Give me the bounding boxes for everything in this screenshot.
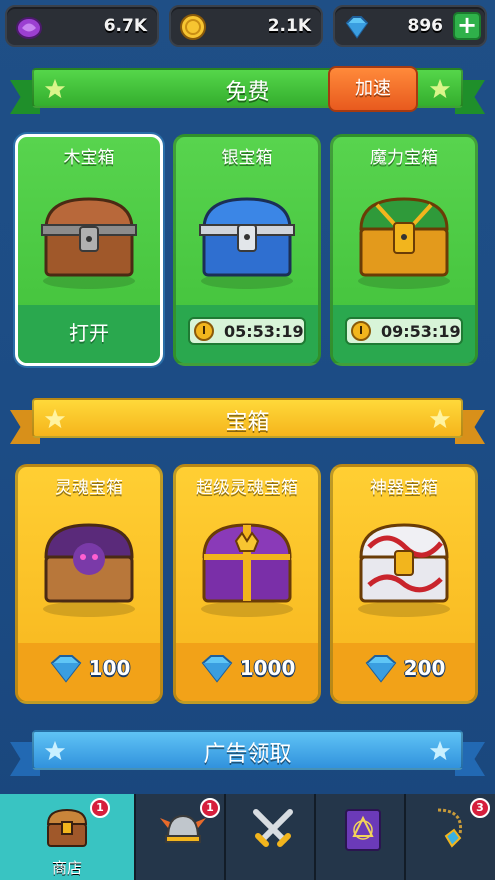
chest-price: 100 (18, 653, 160, 683)
chest-section-header: 宝箱 (10, 396, 485, 446)
gem-icon (365, 655, 396, 683)
price-value: 100 (88, 656, 131, 680)
price-value: 200 (403, 656, 446, 680)
gem-icon (50, 655, 81, 683)
open-button[interactable]: 打开 (18, 317, 160, 346)
magic-chest-card[interactable]: 魔力宝箱 09:53:19 (330, 134, 478, 366)
nav-shop[interactable]: 1 商店 (0, 794, 134, 880)
add-gems-button[interactable]: + (453, 12, 481, 40)
soul-orb-icon (16, 17, 42, 39)
soul-chest-icon (43, 523, 135, 617)
bottom-nav: 1 商店 1 3 (0, 794, 495, 880)
artifact-chest-card[interactable]: 神器宝箱 200 (330, 464, 478, 704)
gold-coin-icon (180, 14, 206, 40)
nav-heroes[interactable]: 1 (134, 794, 224, 880)
amulet-icon (437, 808, 463, 848)
silver-chest-card[interactable]: 银宝箱 05:53:19 (173, 134, 321, 366)
gold-currency: 2.1K (169, 5, 323, 47)
super-soul-chest-card[interactable]: 超级灵魂宝箱 1000 (173, 464, 321, 704)
gem-currency: 896 + (333, 5, 487, 47)
chest-timer: 05:53:19 (188, 317, 306, 345)
chest-name: 超级灵魂宝箱 (196, 478, 298, 498)
notification-badge: 3 (470, 798, 490, 818)
notification-badge: 1 (90, 798, 110, 818)
nav-spellbook[interactable] (314, 794, 404, 880)
wooden-chest-card[interactable]: 木宝箱 打开 (15, 134, 163, 366)
nav-battle[interactable] (224, 794, 314, 880)
currency-bar: 6.7K 2.1K 896 + (0, 0, 495, 52)
chest-price: 200 (333, 653, 475, 683)
price-value: 1000 (239, 656, 296, 680)
ad-reward-section-header[interactable]: 广告领取 (10, 728, 485, 778)
gold-amount: 2.1K (267, 16, 311, 36)
spellbook-icon (345, 809, 381, 851)
super-soul-chest-icon (201, 523, 293, 617)
clock-icon (351, 321, 371, 341)
chest-name: 木宝箱 (63, 148, 115, 168)
notification-badge: 1 (200, 798, 220, 818)
chest-name: 神器宝箱 (370, 478, 438, 498)
chest-name: 魔力宝箱 (370, 148, 438, 168)
magic-chest-icon (358, 197, 450, 289)
soul-currency: 6.7K (5, 5, 159, 47)
nav-shop-label: 商店 (51, 859, 82, 877)
ad-reward-title: 广告领取 (203, 742, 292, 767)
chest-section-title: 宝箱 (225, 410, 270, 435)
silver-chest-icon (199, 197, 295, 289)
gem-amount: 896 (407, 16, 444, 36)
timer-value: 05:53:19 (224, 322, 304, 341)
gem-icon (201, 655, 232, 683)
speed-up-button[interactable]: 加速 (328, 66, 418, 112)
chest-name: 银宝箱 (221, 148, 273, 168)
chest-price: 1000 (176, 653, 318, 683)
chest-name: 灵魂宝箱 (55, 478, 123, 498)
nav-amulet[interactable]: 3 (404, 794, 495, 880)
clock-icon (194, 321, 214, 341)
chest-icon (46, 808, 88, 847)
wooden-chest-icon (41, 197, 137, 289)
soul-amount: 6.7K (103, 16, 147, 36)
soul-chest-card[interactable]: 灵魂宝箱 100 (15, 464, 163, 704)
artifact-chest-icon (358, 523, 450, 617)
chest-timer: 09:53:19 (345, 317, 463, 345)
crossed-swords-icon (253, 809, 293, 847)
timer-value: 09:53:19 (381, 322, 461, 341)
gem-icon (345, 16, 369, 39)
